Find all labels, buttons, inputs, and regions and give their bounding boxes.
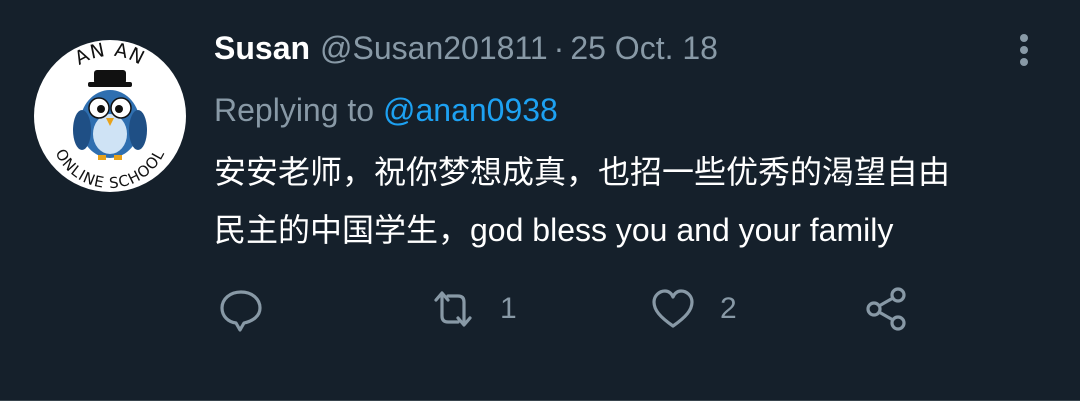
replying-to-line: Replying to @anan0938: [214, 92, 1020, 129]
reply-button[interactable]: [218, 284, 288, 334]
author-handle[interactable]: @Susan201811: [320, 30, 548, 67]
tweet-text-line-2: 民主的中国学生，god bless you and your family: [214, 212, 894, 248]
retweet-count: 1: [500, 292, 517, 325]
separator-dot: ·: [553, 30, 565, 66]
tweet-timestamp[interactable]: 25 Oct. 18: [570, 30, 718, 67]
tweet-text-line-1: 安安老师，祝你梦想成真，也招一些优秀的渴望自由: [214, 154, 951, 190]
tweet-content: Susan @Susan201811 · 25 Oct. 18 Replying…: [214, 30, 1020, 259]
owl-logo-icon: AN AN ONLINE SCHOOL: [51, 40, 167, 192]
heart-icon: [652, 289, 694, 328]
svg-text:AN AN: AN AN: [71, 40, 148, 70]
share-button[interactable]: [864, 284, 934, 334]
share-icon: [866, 287, 906, 331]
author-name[interactable]: Susan: [214, 30, 310, 67]
more-options-icon[interactable]: [1012, 34, 1036, 74]
replying-prefix: Replying to: [214, 92, 375, 128]
tweet[interactable]: AN AN ONLINE SCHOOL Susan @Susan201811 ·…: [0, 0, 1080, 401]
tweet-actions: 1 2: [218, 284, 938, 334]
tweet-header: Susan @Susan201811 · 25 Oct. 18: [214, 30, 1020, 76]
reply-icon: [220, 290, 262, 332]
avatar[interactable]: AN AN ONLINE SCHOOL: [34, 40, 186, 192]
avatar-text-top: AN AN: [71, 40, 147, 70]
tweet-text: 安安老师，祝你梦想成真，也招一些优秀的渴望自由 民主的中国学生，god bles…: [214, 143, 1034, 259]
retweet-button[interactable]: 1: [430, 284, 517, 334]
replying-to-mention[interactable]: @anan0938: [383, 92, 558, 128]
retweet-icon: [434, 291, 472, 327]
like-button[interactable]: 2: [650, 284, 737, 334]
like-count: 2: [720, 292, 737, 325]
